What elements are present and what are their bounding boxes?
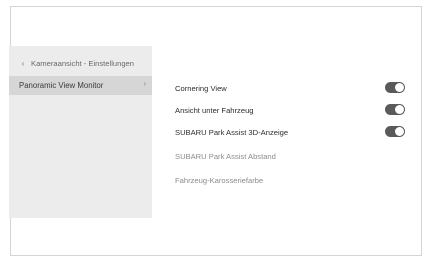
back-button[interactable]: ‹ Kameraansicht - Einstellungen [9, 55, 152, 71]
setting-label: SUBARU Park Assist Abstand [175, 151, 276, 161]
setting-cornering-view[interactable]: Cornering View [175, 80, 405, 96]
sidebar: ‹ Kameraansicht - Einstellungen Panorami… [9, 46, 152, 218]
setting-label: SUBARU Park Assist 3D-Anzeige [175, 127, 289, 137]
toggle-knob [395, 83, 404, 92]
setting-fahrzeug-karosseriefarbe[interactable]: Fahrzeug-Karosseriefarbe [175, 172, 405, 188]
chevron-left-icon: ‹ [21, 58, 25, 68]
setting-park-assist-abstand[interactable]: SUBARU Park Assist Abstand [175, 148, 405, 164]
setting-label: Fahrzeug-Karosseriefarbe [175, 175, 264, 185]
back-label: Kameraansicht - Einstellungen [31, 58, 134, 68]
park-assist-3d-toggle[interactable] [385, 126, 405, 137]
cornering-view-toggle[interactable] [385, 82, 405, 93]
setting-label: Cornering View [175, 83, 227, 93]
setting-park-assist-3d[interactable]: SUBARU Park Assist 3D-Anzeige [175, 124, 405, 140]
ansicht-unter-fahrzeug-toggle[interactable] [385, 104, 405, 115]
toggle-knob [395, 105, 404, 114]
toggle-knob [395, 127, 404, 136]
setting-ansicht-unter-fahrzeug[interactable]: Ansicht unter Fahrzeug [175, 102, 405, 118]
chevron-right-icon: › [143, 79, 146, 88]
setting-label: Ansicht unter Fahrzeug [175, 105, 254, 115]
sidebar-item-panoramic-view-monitor[interactable]: Panoramic View Monitor › [9, 76, 152, 95]
sidebar-item-label: Panoramic View Monitor [19, 81, 104, 90]
